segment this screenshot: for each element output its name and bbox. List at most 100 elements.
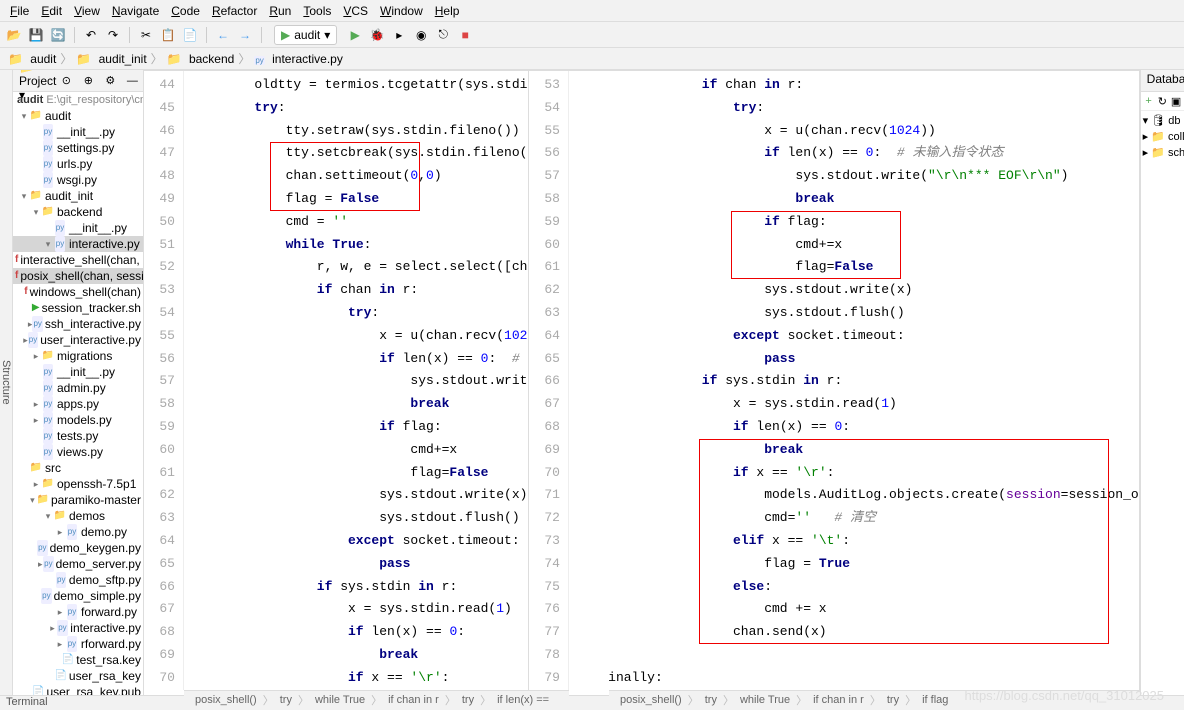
tree-item[interactable]: 📁src xyxy=(13,460,143,476)
menu-refactor[interactable]: Refactor xyxy=(206,2,263,20)
tool-window-bar-left[interactable]: Structure xyxy=(0,70,13,695)
tree-item[interactable]: ▸pyinteractive.py xyxy=(13,620,143,636)
tree-item[interactable]: py__init__.py xyxy=(13,364,143,380)
open-icon[interactable]: 📂 xyxy=(4,25,24,45)
jump-icon[interactable]: ▣ xyxy=(1170,94,1182,108)
menu-tools[interactable]: Tools xyxy=(297,2,337,20)
save-icon[interactable]: 💾 xyxy=(26,25,46,45)
undo-icon[interactable]: ↶ xyxy=(81,25,101,45)
back-icon[interactable]: ← xyxy=(213,25,233,45)
trail-item[interactable]: if flag xyxy=(922,694,948,706)
tree-item[interactable]: ▸pyapps.py xyxy=(13,396,143,412)
tree-item[interactable]: ▸📁openssh-7.5p1 xyxy=(13,476,143,492)
breadcrumb-trail-left[interactable]: posix_shell()〉try〉while True〉if chan in … xyxy=(184,690,569,710)
tree-item[interactable]: ▾📁paramiko-master xyxy=(13,492,143,508)
database-tree[interactable]: ▾ 🛢 db 1 ▸ 📁 coll ▸ 📁 sch xyxy=(1141,111,1184,163)
run-icon[interactable]: ▶ xyxy=(345,25,365,45)
project-tree[interactable]: ▾📁audit py__init__.py pysettings.py pyur… xyxy=(13,108,143,695)
tree-item[interactable]: ▸pyrforward.py xyxy=(13,636,143,652)
tree-item[interactable]: ▸pydemo.py xyxy=(13,524,143,540)
tree-item[interactable]: 📄test_rsa.key xyxy=(13,652,143,668)
db-tree-item[interactable]: ▸ 📁 sch xyxy=(1143,145,1182,161)
coverage-icon[interactable]: ▸ xyxy=(389,25,409,45)
trail-item[interactable]: if chan in r xyxy=(813,694,864,706)
stop-icon[interactable]: ■ xyxy=(455,25,475,45)
menu-edit[interactable]: Edit xyxy=(35,2,68,20)
menu-window[interactable]: Window xyxy=(374,2,429,20)
tree-item[interactable]: ▶session_tracker.sh xyxy=(13,300,143,316)
tree-item[interactable]: ▾📁audit_init xyxy=(13,188,143,204)
redo-icon[interactable]: ↷ xyxy=(103,25,123,45)
trail-item[interactable]: while True xyxy=(740,694,790,706)
breadcrumb-item[interactable]: py interactive.py xyxy=(254,52,343,66)
editor-right[interactable]: 53 54 55 56 57 58 59 60 61 62 63 64 65 6… xyxy=(529,71,1140,690)
menu-code[interactable]: Code xyxy=(165,2,206,20)
tree-item[interactable]: pytests.py xyxy=(13,428,143,444)
cut-icon[interactable]: ✂ xyxy=(136,25,156,45)
tree-item[interactable]: py__init__.py xyxy=(13,220,143,236)
tree-item[interactable]: ▾pyinteractive.py xyxy=(13,236,143,252)
structure-tool[interactable]: Structure xyxy=(0,360,12,405)
add-datasource-icon[interactable]: + xyxy=(1143,94,1155,108)
tree-item[interactable]: ▸pymodels.py xyxy=(13,412,143,428)
debug-icon[interactable]: 🐞 xyxy=(367,25,387,45)
settings-icon[interactable]: ⚙ xyxy=(100,71,120,91)
trail-item[interactable]: posix_shell() xyxy=(620,694,682,706)
tree-item[interactable]: finteractive_shell(chan, sess xyxy=(13,252,143,268)
tree-item[interactable]: pydemo_sftp.py xyxy=(13,572,143,588)
trail-item[interactable]: posix_shell() xyxy=(195,694,257,706)
tree-item[interactable]: 📄user_rsa_key xyxy=(13,668,143,684)
profile-icon[interactable]: ◉ xyxy=(411,25,431,45)
tree-item[interactable]: pydemo_keygen.py xyxy=(13,540,143,556)
tree-item[interactable]: 📄user_rsa_key.pub xyxy=(13,684,143,695)
tree-item[interactable]: fposix_shell(chan, session_o xyxy=(13,268,143,284)
menu-help[interactable]: Help xyxy=(429,2,466,20)
breadcrumb-trail-right[interactable]: posix_shell()〉try〉while True〉if chan in … xyxy=(609,690,1140,710)
breadcrumb-item[interactable]: 📁 audit_init xyxy=(76,52,146,66)
hide-icon[interactable]: — xyxy=(122,71,142,91)
attach-icon[interactable]: ⎋ xyxy=(433,25,453,45)
run-config-selector[interactable]: ▶audit▾ xyxy=(274,25,337,45)
tree-item[interactable]: ▸pyuser_interactive.py xyxy=(13,332,143,348)
menu-run[interactable]: Run xyxy=(263,2,297,20)
tree-item[interactable]: pyurls.py xyxy=(13,156,143,172)
trail-item[interactable]: try xyxy=(887,694,899,706)
tree-item[interactable]: ▾📁audit xyxy=(13,108,143,124)
collapse-icon[interactable]: ⊙ xyxy=(56,71,76,91)
tree-item[interactable]: pyadmin.py xyxy=(13,380,143,396)
trail-item[interactable]: try xyxy=(705,694,717,706)
tree-item[interactable]: ▸📁migrations xyxy=(13,348,143,364)
tree-item[interactable]: ▾📁demos xyxy=(13,508,143,524)
trail-item[interactable]: try xyxy=(280,694,292,706)
menu-navigate[interactable]: Navigate xyxy=(106,2,165,20)
forward-icon[interactable]: → xyxy=(235,25,255,45)
tree-item[interactable]: pydemo_simple.py xyxy=(13,588,143,604)
expand-icon[interactable]: ⊕ xyxy=(78,71,98,91)
trail-item[interactable]: if chan in r xyxy=(388,694,439,706)
trail-item[interactable]: if len(x) == xyxy=(497,694,549,706)
menu-file[interactable]: File xyxy=(4,2,35,20)
paste-icon[interactable]: 📄 xyxy=(180,25,200,45)
menu-view[interactable]: View xyxy=(68,2,106,20)
editor-left[interactable]: 44 45 46 47 48 49 50 51 52 53 54 55 56 5… xyxy=(144,71,529,690)
tree-item[interactable]: pywsgi.py xyxy=(13,172,143,188)
db-tree-item[interactable]: ▾ 🛢 db 1 xyxy=(1143,113,1182,129)
trail-item[interactable]: while True xyxy=(315,694,365,706)
tree-item[interactable]: pysettings.py xyxy=(13,140,143,156)
copy-icon[interactable]: 📋 xyxy=(158,25,178,45)
db-tree-item[interactable]: ▸ 📁 coll xyxy=(1143,129,1182,145)
trail-item[interactable]: try xyxy=(462,694,474,706)
tree-item[interactable]: ▾📁backend xyxy=(13,204,143,220)
tree-item[interactable]: ▸pyforward.py xyxy=(13,604,143,620)
code-area[interactable]: if chan in r: try: x = u(chan.recv(1024)… xyxy=(569,71,1139,690)
breadcrumb-item[interactable]: 📁 backend xyxy=(167,52,235,66)
refresh-icon[interactable]: 🔄 xyxy=(48,25,68,45)
tree-item[interactable]: py__init__.py xyxy=(13,124,143,140)
tree-item[interactable]: ▸pydemo_server.py xyxy=(13,556,143,572)
tree-item[interactable]: ▸pyssh_interactive.py xyxy=(13,316,143,332)
tree-item[interactable]: pyviews.py xyxy=(13,444,143,460)
tree-item[interactable]: fwindows_shell(chan) xyxy=(13,284,143,300)
code-area[interactable]: oldtty = termios.tcgetattr(sys.stdin) tr… xyxy=(184,71,528,690)
refresh-db-icon[interactable]: ↻ xyxy=(1156,94,1168,108)
breadcrumb-item[interactable]: 📁 audit xyxy=(8,52,56,66)
